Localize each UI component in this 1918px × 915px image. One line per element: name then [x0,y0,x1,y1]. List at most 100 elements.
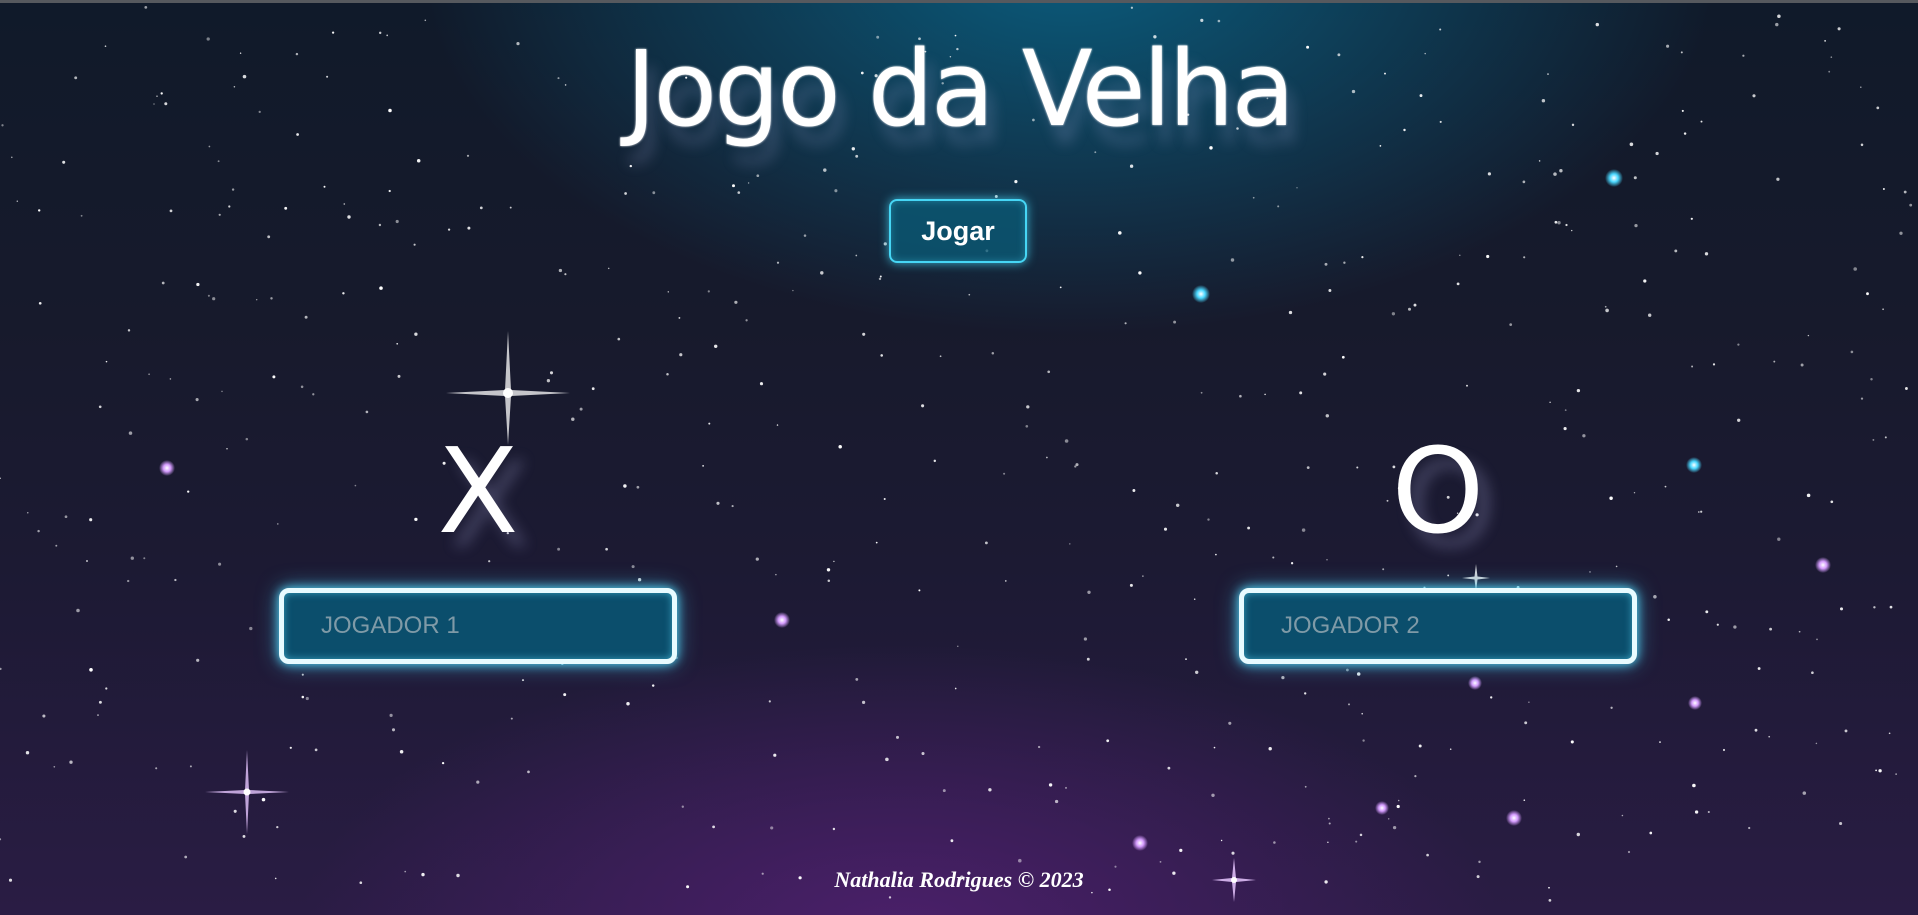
star-dot [25,751,30,755]
player-1-mark: X [437,422,519,560]
star-dot [546,379,551,383]
star-dot [737,191,741,194]
star-dot [1387,818,1390,820]
star-dot [1582,434,1586,438]
star-dot [1839,821,1843,826]
star-dot [130,556,134,560]
star-dot [1396,804,1400,809]
star-dot [272,375,276,379]
star-dot [189,765,192,768]
star-dot [1853,267,1857,271]
star-dot [270,297,273,300]
star-dot [0,838,2,841]
star-dot [1800,363,1804,367]
star-dot [276,825,279,829]
player-2-name-input[interactable] [1239,588,1637,664]
star-dot [1200,18,1204,22]
star-dot [1627,850,1631,854]
star-dot [1633,176,1637,180]
star-dot [1426,853,1429,857]
window-top-border [0,0,1918,3]
star-dot [354,484,357,487]
star-dot [476,780,480,784]
star-dot [1487,172,1491,176]
star-dot [1018,858,1022,863]
star-dot [1700,510,1703,513]
star-dot [1130,6,1134,9]
star-dot [1037,745,1041,749]
star-dot [1694,810,1699,814]
star-dot [413,243,416,246]
star-dot [527,770,530,774]
star-dot [833,560,835,563]
star-dot [1773,360,1776,363]
star-dot [76,608,80,613]
star-dot [1830,500,1834,504]
star-dot [1074,465,1077,468]
star-dot [184,855,188,859]
star-dot [510,717,513,720]
star-dot [1609,496,1613,500]
star-dot [1356,672,1361,676]
star-dot [1215,553,1217,556]
star-dot [1075,463,1079,467]
star-dot [1065,786,1067,789]
star-dot [347,215,351,219]
star-dot [623,484,627,488]
star-dot [1604,305,1607,308]
star-dot [1895,773,1897,775]
star-dot [1768,735,1771,738]
play-button[interactable]: Jogar [889,199,1027,263]
star-dot [712,825,715,829]
star-dot [53,765,56,768]
star-dot [826,568,831,572]
star-dot [127,579,130,583]
star-dot [579,407,583,411]
star-dot [1273,841,1276,844]
star-dot [187,490,190,493]
star-dot [1716,623,1719,626]
star-dot [69,760,73,764]
star-dot [1179,848,1183,853]
star-dot [1776,177,1780,181]
star-dot [1576,832,1581,837]
star-dot [571,417,575,421]
star-dot [1231,851,1235,855]
star-dot [1815,742,1818,745]
star-dot [245,437,249,441]
star-dot [1643,279,1647,283]
star-dot [1361,712,1363,715]
star-dot [1648,313,1652,317]
star-dot [1239,394,1242,398]
star-dot [921,404,925,408]
star-dot [1754,728,1758,732]
star-dot [1306,466,1310,469]
star-dot [1903,190,1907,194]
star-dot [38,301,42,305]
star-dot [466,154,470,157]
star-dot [1712,363,1716,366]
star-dot [55,544,58,547]
star-dot [1328,817,1330,820]
star-dot [1195,670,1199,674]
star-dot [666,373,669,376]
star-dot [708,422,711,425]
star-dot [878,277,882,281]
player-1-name-input[interactable] [279,588,677,664]
star-dot [1524,721,1528,725]
star-dot [242,834,246,838]
star-dot [1086,657,1090,661]
star-dot [128,431,133,435]
star-dot [1277,205,1280,208]
star-dot [1748,826,1751,830]
star-dot [617,337,621,341]
star-dot [1193,598,1196,600]
star-dot [277,523,279,525]
star-dot [1215,471,1218,475]
star-dot [756,174,760,178]
star-dot [37,529,40,533]
star-dot [89,668,93,672]
star-dot [563,693,567,697]
star-dot [702,465,704,467]
star-dot [823,168,827,172]
